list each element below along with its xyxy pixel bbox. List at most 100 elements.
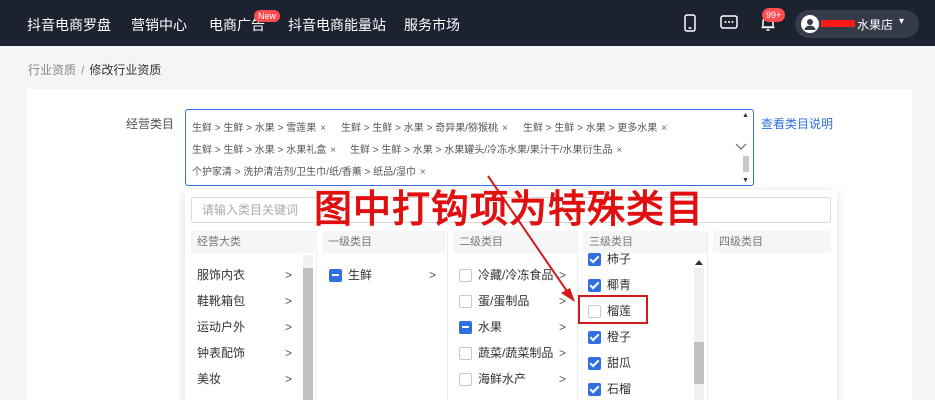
chevron-right-icon: > — [285, 320, 293, 334]
checkbox[interactable] — [459, 295, 472, 308]
checkbox[interactable] — [459, 269, 472, 282]
tag-close-icon[interactable]: × — [502, 123, 508, 134]
chevron-right-icon: > — [559, 346, 567, 360]
redaction-mark — [821, 20, 855, 27]
list-item[interactable]: 运动户外 > — [197, 317, 297, 337]
tag-close-icon[interactable]: × — [320, 123, 326, 134]
list-item[interactable]: 美妆 > — [197, 369, 297, 389]
list-item-label: 石榴 — [607, 382, 632, 396]
scroll-up-icon[interactable] — [694, 258, 704, 266]
scrollbar-thumb[interactable] — [694, 342, 704, 384]
category-help-link[interactable]: 查看类目说明 — [761, 115, 833, 132]
list-item[interactable]: 柿子 — [588, 249, 668, 269]
breadcrumb: 行业资质 / 修改行业资质 — [28, 61, 161, 78]
tag-label: 生鲜 > 生鲜 > 水果 > 奇异果/猕猴桃 — [341, 123, 498, 134]
chevron-right-icon: > — [559, 320, 567, 334]
tag-label: 生鲜 > 生鲜 > 水果 > 水果罐头/冷冻水果/果汁干/水果衍生品 — [350, 145, 613, 156]
chevron-right-icon: > — [559, 372, 567, 386]
list-item[interactable]: 冷藏/冷冻食品 > — [459, 265, 571, 285]
tag-label: 生鲜 > 生鲜 > 水果 > 雪莲果 — [192, 123, 317, 134]
list-item[interactable]: 服饰内衣 > — [197, 265, 297, 285]
checkbox[interactable] — [459, 373, 472, 386]
list-item-label: 钟表配饰 — [197, 346, 246, 360]
selected-tag[interactable]: 生鲜 > 生鲜 > 水果 > 更多水果 × — [523, 120, 667, 138]
list-item-label: 甜瓜 — [607, 356, 632, 370]
tag-label: 生鲜 > 生鲜 > 水果 > 更多水果 — [523, 123, 658, 134]
scroll-up-icon[interactable]: ▲ — [742, 112, 749, 119]
nav-item-compass[interactable]: 抖音电商罗盘 — [27, 15, 111, 35]
column-header: 一级类目 — [322, 231, 446, 253]
caret-down-icon: ▾ — [899, 16, 905, 27]
list-item[interactable]: 水果 > — [459, 317, 571, 337]
list-item-label: 海鲜水产 — [478, 372, 527, 386]
chat-icon[interactable] — [719, 13, 739, 33]
checkbox[interactable] — [459, 347, 472, 360]
category-selector[interactable]: 生鲜 > 生鲜 > 水果 > 雪莲果 × 生鲜 > 生鲜 > 水果 > 奇异果/猕… — [185, 109, 754, 186]
column-header: 二级类目 — [453, 231, 577, 253]
user-name: 水果店 — [857, 18, 894, 32]
tag-label: 个护家清 > 洗护清洁剂/卫生巾/纸/香薰 > 纸品/湿巾 — [192, 167, 416, 178]
chevron-right-icon: > — [559, 268, 567, 282]
nav-item-service-market[interactable]: 服务市场 — [404, 15, 460, 35]
breadcrumb-current: 修改行业资质 — [89, 63, 162, 77]
category-field-label: 经营类目 — [126, 117, 175, 131]
scrollbar-thumb[interactable] — [303, 268, 313, 400]
checkbox-checked[interactable] — [588, 279, 601, 292]
list-item-label: 美妆 — [197, 372, 222, 386]
list-item[interactable]: 石榴 — [588, 379, 668, 399]
chevron-down-icon[interactable] — [735, 143, 747, 151]
phone-icon[interactable] — [680, 13, 700, 33]
breadcrumb-parent[interactable]: 行业资质 — [28, 63, 76, 77]
list-item-label: 水果 — [478, 320, 503, 334]
nav-item-marketing[interactable]: 营销中心 — [131, 15, 187, 35]
list-item[interactable]: 生鲜 > — [329, 265, 441, 285]
list-item[interactable]: 钟表配饰 > — [197, 343, 297, 363]
scroll-down-icon[interactable]: ▼ — [742, 177, 749, 184]
list-item-label: 生鲜 — [348, 268, 373, 282]
list-item-label: 运动户外 — [197, 320, 246, 334]
list-item-label: 柿子 — [607, 252, 632, 266]
list-item[interactable]: 蛋/蛋制品 > — [459, 291, 571, 311]
selected-tag[interactable]: 生鲜 > 生鲜 > 水果 > 雪莲果 × — [192, 120, 326, 138]
checkbox-checked[interactable] — [588, 357, 601, 370]
list-item-label: 橙子 — [607, 330, 632, 344]
scrolled-tags-row — [194, 110, 734, 112]
tag-close-icon[interactable]: × — [330, 145, 336, 156]
selected-tag[interactable]: 生鲜 > 生鲜 > 水果 > 奇异果/猕猴桃 × — [341, 120, 508, 138]
list-item[interactable]: 海鲜水产 > — [459, 369, 571, 389]
nav-item-energy-station[interactable]: 抖音电商能量站 — [288, 15, 386, 35]
checkbox-checked[interactable] — [588, 331, 601, 344]
checkbox-partial[interactable] — [329, 269, 342, 282]
message-count-badge: 99+ — [762, 8, 786, 22]
selected-tag[interactable]: 生鲜 > 生鲜 > 水果 > 水果罐头/冷冻水果/果汁干/水果衍生品 × — [350, 142, 622, 160]
checkbox-partial[interactable] — [459, 321, 472, 334]
selected-tag[interactable]: 生鲜 > 生鲜 > 水果 > 水果礼盒 × — [192, 142, 336, 160]
chevron-right-icon: > — [429, 268, 437, 282]
chevron-right-icon: > — [285, 372, 293, 386]
annotation-text: 图中打钩项为特殊类目 — [314, 187, 705, 231]
tag-close-icon[interactable]: × — [617, 145, 623, 156]
column-header: 四级类目 — [713, 231, 831, 253]
top-nav: 抖音电商罗盘 营销中心 电商广告 New 抖音电商能量站 服务市场 99+ 水果… — [0, 0, 935, 46]
checkbox-checked[interactable] — [588, 253, 601, 266]
user-menu[interactable]: 水果店 ▾ — [795, 10, 919, 38]
tag-close-icon[interactable]: × — [420, 167, 426, 178]
chevron-right-icon: > — [285, 268, 293, 282]
chevron-right-icon: > — [285, 346, 293, 360]
tag-close-icon[interactable]: × — [661, 123, 667, 134]
new-badge: New — [254, 10, 281, 22]
list-item[interactable]: 蔬菜/蔬菜制品 > — [459, 343, 571, 363]
list-item[interactable]: 橙子 — [588, 327, 668, 347]
checkbox-checked[interactable] — [588, 383, 601, 396]
scrollbar-thumb[interactable] — [743, 156, 749, 172]
user-avatar-icon — [801, 15, 819, 33]
list-item-label: 服饰内衣 — [197, 268, 246, 282]
list-item-label: 蔬菜/蔬菜制品 — [478, 346, 554, 360]
chevron-right-icon: > — [285, 294, 293, 308]
list-item[interactable]: 椰青 — [588, 275, 668, 295]
list-item[interactable]: 鞋靴箱包 > — [197, 291, 297, 311]
list-item-label: 椰青 — [607, 278, 632, 292]
list-item[interactable]: 甜瓜 — [588, 353, 668, 373]
column-divider — [316, 231, 317, 400]
list-item-label: 冷藏/冷冻食品 — [478, 268, 554, 282]
